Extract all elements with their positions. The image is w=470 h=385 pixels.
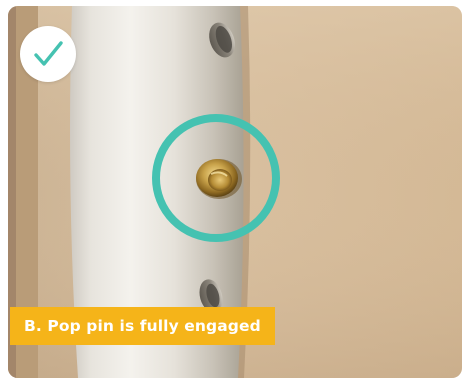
caption-banner: B. Pop pin is fully engaged [10, 307, 275, 345]
image-frame: B. Pop pin is fully engaged [0, 0, 470, 385]
check-icon [34, 41, 63, 66]
check-badge [20, 26, 76, 82]
caption-text: B. Pop pin is fully engaged [24, 317, 261, 335]
